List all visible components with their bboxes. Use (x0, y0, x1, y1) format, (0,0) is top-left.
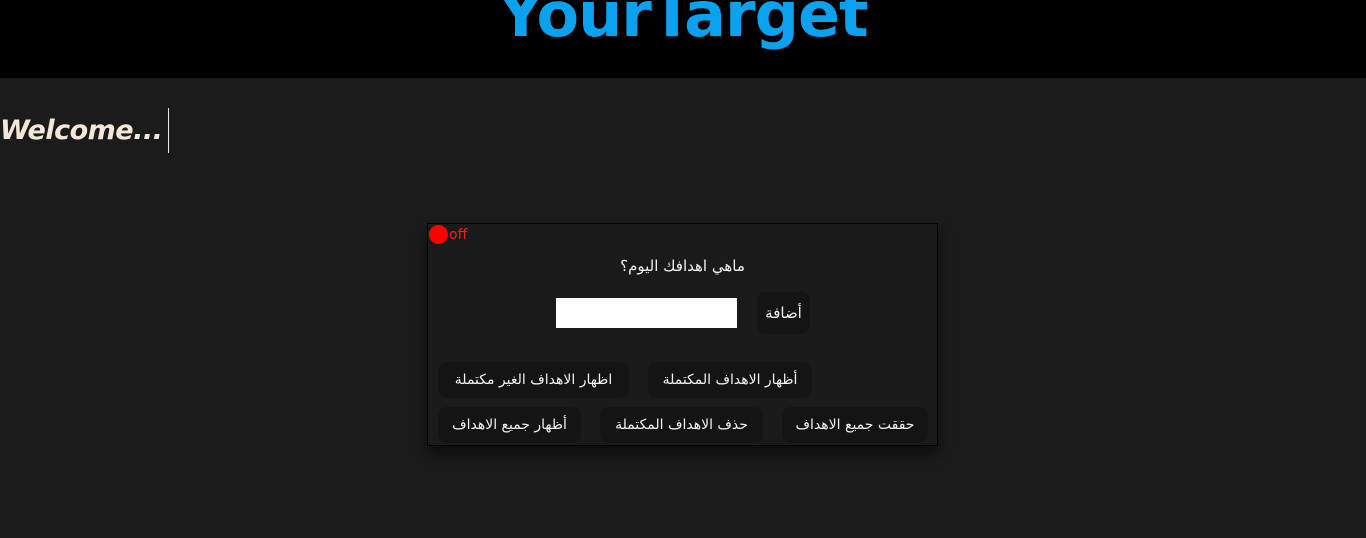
add-goal-button[interactable]: أضافة (757, 292, 810, 334)
goals-question: ماهي اهدافك اليوم؟ (620, 257, 745, 275)
show-all-button[interactable]: أظهار جميع الاهداف (438, 407, 581, 443)
mode-toggle[interactable]: off (429, 225, 467, 244)
header-bar: YourTarget (0, 0, 1366, 78)
toggle-indicator-icon (429, 225, 448, 244)
app-logo: YourTarget (498, 0, 868, 51)
show-completed-button[interactable]: أظهار الاهداف المكتملة (648, 362, 812, 398)
welcome-text: Welcome... (0, 115, 163, 146)
goal-input[interactable] (556, 298, 737, 328)
mark-all-done-button[interactable]: حققت جميع الاهداف (782, 407, 928, 443)
goals-panel: off ماهي اهدافك اليوم؟ أضافة أظهار الاهد… (427, 223, 938, 446)
delete-completed-button[interactable]: حذف الاهداف المكتملة (600, 407, 763, 443)
toggle-label: off (449, 226, 468, 243)
show-incomplete-button[interactable]: اظهار الاهداف الغير مكتملة (438, 362, 629, 398)
welcome-banner: Welcome... (0, 108, 170, 153)
